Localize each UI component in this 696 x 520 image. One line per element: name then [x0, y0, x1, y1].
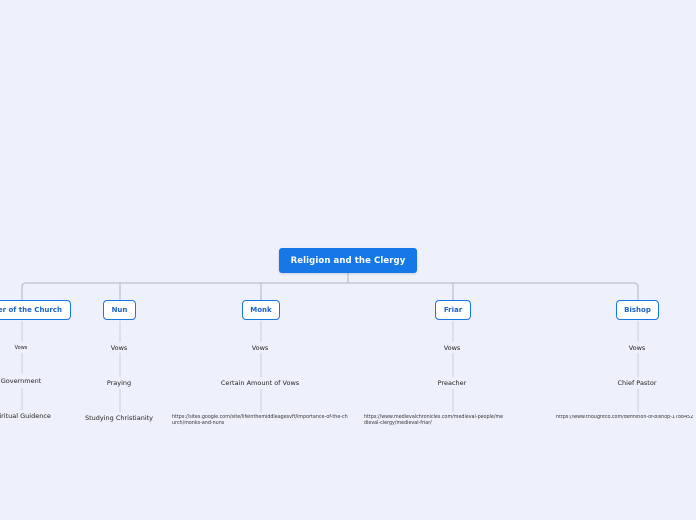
branch-monk[interactable]: Monk	[242, 300, 280, 320]
leaf-link[interactable]: https://www.thoughtco.com/definition-of-…	[556, 415, 696, 421]
leaf-text[interactable]: Praying	[107, 379, 131, 387]
leaf-text[interactable]: Chief Pastor	[617, 379, 656, 387]
leaf-text[interactable]: Vows	[444, 344, 461, 352]
branch-power-of-the-church[interactable]: Power of the Church	[0, 300, 71, 320]
leaf-text[interactable]: Vows	[15, 345, 28, 351]
leaf-text[interactable]: Spiritual Guidence	[0, 412, 51, 420]
leaf-text[interactable]: Studying Christianity	[85, 414, 153, 422]
leaf-text[interactable]: Vows	[252, 344, 269, 352]
root-topic[interactable]: Religion and the Clergy	[279, 248, 417, 273]
leaf-text[interactable]: Preacher	[438, 379, 467, 387]
leaf-link[interactable]: https://www.medievalchronicles.com/medie…	[364, 415, 504, 427]
leaf-link[interactable]: https://sites.google.com/site/lifeinthem…	[172, 415, 350, 427]
branch-friar[interactable]: Friar	[435, 300, 471, 320]
branch-nun[interactable]: Nun	[103, 300, 136, 320]
leaf-text[interactable]: Vows	[629, 344, 646, 352]
leaf-text[interactable]: Vows	[111, 344, 128, 352]
leaf-text[interactable]: Government	[1, 377, 42, 385]
leaf-text[interactable]: Certain Amount of Vows	[221, 379, 299, 387]
branch-bishop[interactable]: Bishop	[616, 300, 659, 320]
